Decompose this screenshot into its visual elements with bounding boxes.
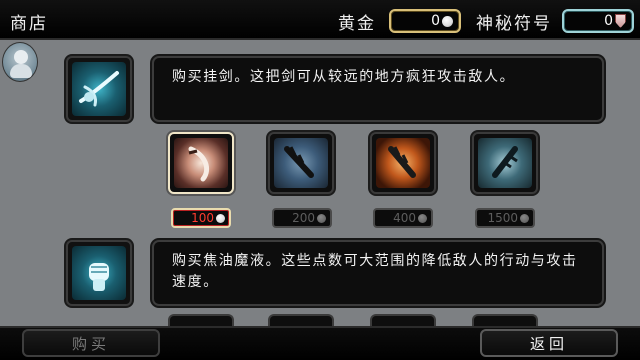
price-frost-spear: 1500 <box>475 208 535 228</box>
price-flaming-spear: 400 <box>373 208 433 228</box>
mystic-value: 0 <box>604 13 613 29</box>
mystic-label: 神秘符号 <box>476 14 552 34</box>
item-serrated-spear[interactable] <box>268 132 334 194</box>
gold-value: 0 <box>431 13 440 29</box>
coin-icon <box>418 213 427 223</box>
mystic-counter: 0 <box>562 9 634 33</box>
category-hook-sword[interactable] <box>66 56 132 122</box>
item-flaming-spear[interactable] <box>370 132 436 194</box>
price-value: 200 <box>292 211 315 225</box>
coin-icon <box>216 213 225 223</box>
category-tar-potion[interactable] <box>66 240 132 306</box>
flaming-spear-icon <box>376 138 430 188</box>
page-title: 商店 <box>10 14 48 34</box>
curved-blade-icon <box>174 138 228 188</box>
price-value: 100 <box>191 211 214 225</box>
price-value: 1500 <box>487 211 518 225</box>
avatar[interactable] <box>2 42 38 82</box>
price-curved-blade: 100 <box>171 208 231 228</box>
gold-label: 黄金 <box>338 14 376 34</box>
coin-icon <box>442 15 453 27</box>
item-description: 购买挂剑。这把剑可从较远的地方疯狂攻击敌人。 <box>152 56 604 122</box>
description-text: 购买挂剑。这把剑可从较远的地方疯狂攻击敌人。 <box>172 69 516 85</box>
item-frost-spear[interactable] <box>472 132 538 194</box>
hook-sword-icon <box>72 62 126 116</box>
back-button[interactable]: 返回 <box>480 329 618 357</box>
gold-counter: 0 <box>389 9 461 33</box>
fist-icon <box>72 246 126 300</box>
item-description-2: 购买焦油魔液。这些点数可大范围的降低敌人的行动与攻击速度。 <box>152 240 604 306</box>
shield-icon <box>615 14 626 28</box>
frost-spear-icon <box>478 138 532 188</box>
description-text: 购买焦油魔液。这些点数可大范围的降低敌人的行动与攻击速度。 <box>172 253 578 290</box>
buy-button[interactable]: 购买 <box>22 329 160 357</box>
serrated-spear-icon <box>274 138 328 188</box>
coin-icon <box>317 213 326 223</box>
coin-icon <box>520 213 529 223</box>
item-curved-blade[interactable] <box>168 132 234 194</box>
price-serrated-spear: 200 <box>272 208 332 228</box>
price-value: 400 <box>393 211 416 225</box>
top-bar: 商店 黄金 0 神秘符号 0 <box>0 0 640 40</box>
